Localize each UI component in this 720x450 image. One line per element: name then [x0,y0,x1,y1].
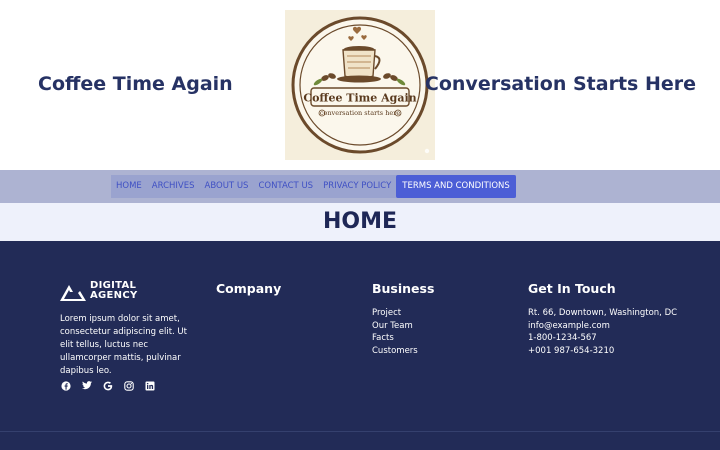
nav-item-home[interactable]: HOME [111,175,147,198]
nav-item-archives[interactable]: ARCHIVES [147,175,200,198]
contact-address: Rt. 66, Downtown, Washington, DC [528,308,678,318]
business-heading: Business [372,281,435,296]
facebook-icon[interactable] [60,380,71,391]
nav-item-privacy-policy[interactable]: PRIVACY POLICY [318,175,396,198]
contact-heading: Get In Touch [528,281,616,296]
twitter-icon[interactable] [81,380,92,391]
site-tagline: Conversation Starts Here [424,73,696,95]
footer-business-column: Business Project Our Team Facts Customer… [372,281,434,358]
mountain-logo-icon [60,285,86,301]
contact-phone-2: +001 987-654-3210 [528,346,615,357]
footer-company-column: Company [216,281,281,307]
business-link-our-team[interactable]: Our Team [372,320,434,333]
footer-about-text: Lorem ipsum dolor sit amet, consectetur … [60,314,187,376]
footer-contact-column: Get In Touch Rt. 66, Downtown, Washingto… [528,281,677,358]
company-heading: Company [216,281,282,296]
footer-brand-text: DIGITAL AGENCY [90,281,138,301]
coffee-logo-graphic: Coffee Time Again conversation starts he… [291,16,430,154]
contact-email: info@example.com [528,320,610,331]
site-logo[interactable]: Coffee Time Again conversation starts he… [285,10,435,160]
instagram-icon[interactable] [123,380,134,391]
linkedin-icon[interactable] [144,380,155,391]
contact-phone-1: 1-800-1234-567 [528,333,597,344]
site-header: Coffee Time Again Coffee Time Again conv… [0,0,720,170]
footer-divider [0,431,720,432]
social-links [60,380,155,391]
logo-tagline-text: conversation starts here [320,109,401,117]
nav-item-terms-and-conditions[interactable]: TERMS AND CONDITIONS [396,175,516,198]
logo-title-text: Coffee Time Again [303,92,416,105]
nav-menu: HOME ARCHIVES ABOUT US CONTACT US PRIVAC… [111,175,516,198]
business-link-customers[interactable]: Customers [372,345,434,358]
business-link-facts[interactable]: Facts [372,332,434,345]
main-nav: HOME ARCHIVES ABOUT US CONTACT US PRIVAC… [0,170,720,203]
site-footer: DIGITAL AGENCY Lorem ipsum dolor sit ame… [0,241,720,450]
nav-item-about-us[interactable]: ABOUT US [200,175,254,198]
page-title-band: HOME [0,203,720,241]
brand-line-2: AGENCY [90,290,138,301]
site-title[interactable]: Coffee Time Again [38,73,233,95]
business-link-project[interactable]: Project [372,307,434,320]
footer-brand-logo[interactable]: DIGITAL AGENCY [60,281,200,303]
google-icon[interactable] [102,380,113,391]
nav-item-contact-us[interactable]: CONTACT US [253,175,318,198]
page-title: HOME [322,209,398,234]
